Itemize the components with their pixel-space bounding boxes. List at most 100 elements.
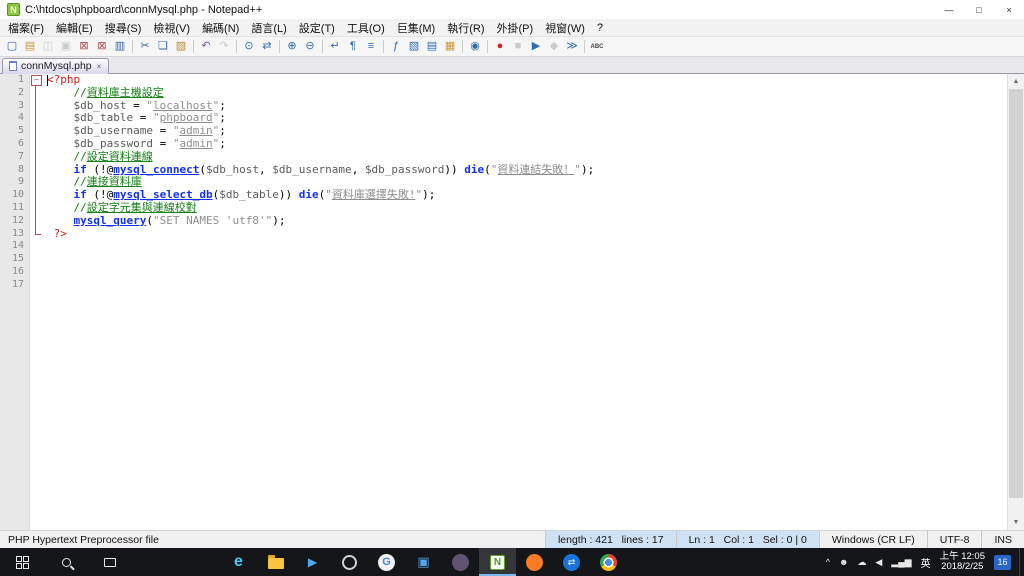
stop-recording-button[interactable]: ■	[509, 38, 527, 56]
user-icon[interactable]: ☻	[839, 557, 848, 567]
menu-file[interactable]: 檔案(F)	[2, 20, 50, 36]
minimize-button[interactable]: —	[934, 0, 964, 19]
maximize-button[interactable]: □	[964, 0, 994, 19]
network-icon[interactable]: ▂▄▆	[891, 557, 911, 567]
fold-toggle[interactable]	[30, 74, 44, 87]
menu-edit[interactable]: 編輯(E)	[50, 20, 99, 36]
taskbar-file-explorer-button[interactable]	[257, 548, 294, 576]
zoom-in-button[interactable]: ⊕	[283, 38, 301, 56]
stop-recording-icon: ■	[514, 40, 522, 52]
status-encoding[interactable]: UTF-8	[926, 531, 982, 548]
cut-button[interactable]: ✂	[136, 38, 154, 56]
menu-view[interactable]: 檢視(V)	[147, 20, 196, 36]
record-macro-button[interactable]: ●	[491, 38, 509, 56]
ime-indicator[interactable]: 英	[921, 555, 931, 570]
line-number: 14	[11, 240, 24, 252]
save-macro-button[interactable]: ◆	[545, 38, 563, 56]
redo-button[interactable]: ↷	[215, 38, 233, 56]
tab-connmysql[interactable]: connMysql.php ×	[2, 58, 110, 74]
document-list-button[interactable]: ▤	[423, 38, 441, 56]
print-icon: ▥	[114, 40, 126, 52]
onedrive-icon[interactable]: ☁	[857, 557, 866, 567]
status-eol-format[interactable]: Windows (CR LF)	[818, 531, 927, 548]
start-button[interactable]	[0, 548, 44, 576]
volume-icon[interactable]: ◀	[875, 557, 882, 567]
save-all-button[interactable]: ▣	[57, 38, 75, 56]
fold-guide	[30, 253, 44, 266]
word-wrap-icon: ↵	[330, 40, 340, 52]
taskbar-search-button[interactable]	[44, 548, 88, 576]
save-file-button[interactable]: ◫	[39, 38, 57, 56]
menu-language[interactable]: 語言(L)	[245, 20, 292, 36]
find-icon: ⊙	[244, 40, 254, 52]
run-macro-multiple-button[interactable]: ≫	[563, 38, 581, 56]
scroll-down-button[interactable]: ▼	[1008, 515, 1024, 530]
close-button[interactable]: ×	[994, 0, 1024, 19]
taskbar-xampp-button[interactable]	[516, 548, 553, 576]
copy-button[interactable]: ❏	[154, 38, 172, 56]
line-number: 7	[17, 150, 24, 162]
status-doctype: PHP Hypertext Preprocessor file	[8, 533, 159, 546]
show-all-characters-button[interactable]: ¶	[344, 38, 362, 56]
scrollbar-track[interactable]	[1008, 89, 1024, 515]
close-file-button[interactable]: ⊠	[75, 38, 93, 56]
scrollbar-thumb[interactable]	[1009, 89, 1023, 498]
folder-as-workspace-button[interactable]: ▦	[441, 38, 459, 56]
spell-check-button[interactable]: ABC	[588, 38, 606, 56]
taskbar-settings-button[interactable]	[331, 548, 368, 576]
task-view-button[interactable]	[88, 548, 132, 576]
indent-guide-button[interactable]: ≡	[362, 38, 380, 56]
menu-tools[interactable]: 工具(O)	[341, 20, 391, 36]
taskbar-photos-button[interactable]: ▣	[405, 548, 442, 576]
taskbar-dark-app-button[interactable]	[442, 548, 479, 576]
monitoring-button[interactable]: ◉	[466, 38, 484, 56]
replace-icon: ⇄	[262, 40, 272, 52]
taskbar-chrome-button[interactable]	[590, 548, 627, 576]
playback-macro-button[interactable]: ▶	[527, 38, 545, 56]
show-desktop-button[interactable]	[1019, 548, 1024, 576]
fold-guide	[30, 125, 44, 138]
photos-icon: ▣	[417, 554, 430, 569]
open-file-button[interactable]: ▤	[21, 38, 39, 56]
menu-run[interactable]: 執行(R)	[441, 20, 490, 36]
scroll-up-button[interactable]: ▲	[1008, 74, 1024, 89]
menu-plugins[interactable]: 外掛(P)	[491, 20, 540, 36]
paste-button[interactable]: ▨	[172, 38, 190, 56]
editor-line-16: 16	[0, 266, 1007, 279]
taskbar-teamviewer-button[interactable]: ⇄	[553, 548, 590, 576]
toolbar-separator	[132, 40, 133, 53]
code-editor[interactable]: 1<?php2 //資料庫主機設定3 $db_host = "localhost…	[0, 74, 1007, 530]
menu-window[interactable]: 視窗(W)	[539, 20, 591, 36]
undo-button[interactable]: ↶	[197, 38, 215, 56]
menu-help[interactable]: ?	[591, 22, 609, 34]
taskbar-notepad-plus-plus-button[interactable]: N	[479, 548, 516, 576]
notification-badge[interactable]: 16	[994, 554, 1011, 570]
taskbar-google-button[interactable]: G	[368, 548, 405, 576]
find-button[interactable]: ⊙	[240, 38, 258, 56]
menu-search[interactable]: 搜尋(S)	[99, 20, 148, 36]
zoom-out-button[interactable]: ⊖	[301, 38, 319, 56]
status-insert-mode[interactable]: INS	[981, 531, 1024, 548]
document-map-button[interactable]: ▧	[405, 38, 423, 56]
new-file-button[interactable]: ▢	[3, 38, 21, 56]
line-number: 13	[11, 227, 24, 239]
line-number: 5	[17, 125, 24, 137]
fold-guide	[30, 240, 44, 253]
line-number: 10	[11, 189, 24, 201]
replace-button[interactable]: ⇄	[258, 38, 276, 56]
tab-close-icon[interactable]: ×	[96, 62, 103, 71]
show-all-characters-icon: ¶	[350, 40, 356, 52]
menu-macro[interactable]: 巨集(M)	[391, 20, 442, 36]
taskbar-edge-button[interactable]: e	[220, 548, 257, 576]
taskbar-clock[interactable]: 上午 12:05 2018/2/25	[940, 551, 985, 573]
function-list-button[interactable]: ƒ	[387, 38, 405, 56]
task-view-icon	[104, 557, 116, 567]
close-all-button[interactable]: ⊠	[93, 38, 111, 56]
vertical-scrollbar[interactable]: ▲ ▼	[1007, 74, 1024, 530]
word-wrap-button[interactable]: ↵	[326, 38, 344, 56]
hidden-icons-chevron[interactable]: ^	[826, 557, 830, 567]
taskbar-media-player-button[interactable]: ▶	[294, 548, 331, 576]
menu-encoding[interactable]: 編碼(N)	[196, 20, 245, 36]
menu-settings[interactable]: 設定(T)	[293, 20, 341, 36]
print-button[interactable]: ▥	[111, 38, 129, 56]
